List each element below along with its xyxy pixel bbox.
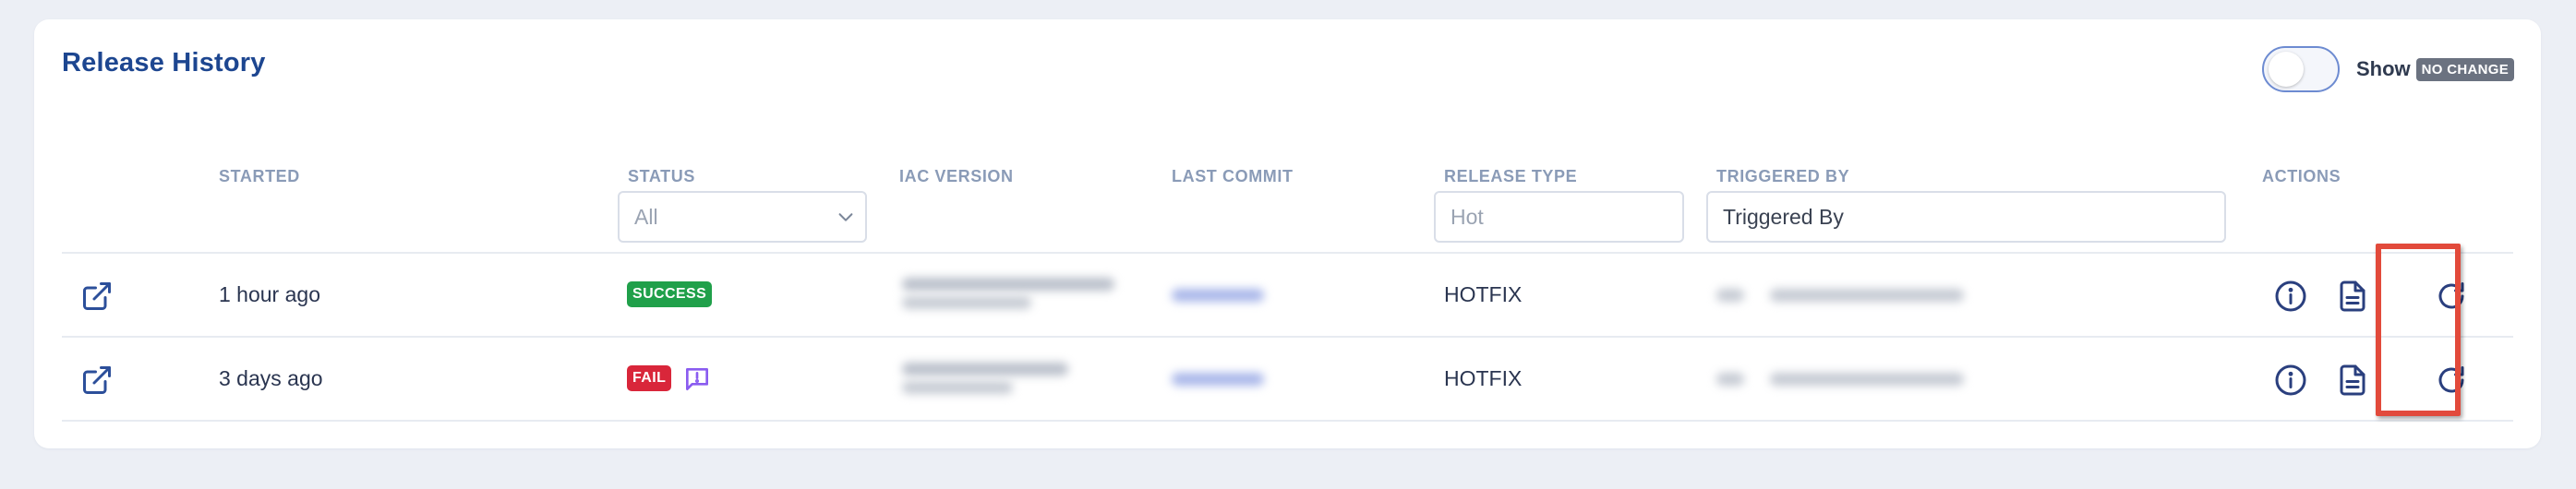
started-cell: 1 hour ago — [219, 282, 320, 306]
column-header-last-commit: LAST COMMIT — [1172, 167, 1294, 185]
triggered-by-avatar-redacted — [1716, 289, 1744, 302]
retry-actions-highlight — [2376, 244, 2461, 416]
toggle-knob — [2269, 52, 2304, 87]
release-type-cell: HOTFIX — [1444, 282, 1523, 306]
status-badge: FAIL — [627, 365, 672, 391]
status-filter-select[interactable]: All — [618, 191, 867, 243]
last-commit-redacted-link[interactable] — [1172, 373, 1264, 386]
row-divider — [62, 420, 2513, 422]
started-cell: 3 days ago — [219, 366, 323, 390]
document-icon[interactable] — [2336, 280, 2369, 313]
header-divider — [62, 252, 2513, 254]
row-divider — [62, 336, 2513, 338]
release-type-cell: HOTFIX — [1444, 366, 1523, 390]
show-no-change-toggle[interactable] — [2262, 46, 2340, 92]
iac-version-redacted-line — [902, 296, 1031, 309]
triggered-by-redacted — [1770, 289, 1964, 302]
iac-version-redacted-line — [902, 381, 1013, 394]
iac-version-redacted — [902, 363, 1068, 376]
triggered-by-redacted — [1770, 373, 1964, 386]
status-filter-value: All — [634, 204, 658, 229]
triggered-by-avatar-redacted — [1716, 373, 1744, 386]
column-header-triggered-by: TRIGGERED BY — [1716, 167, 1850, 185]
triggered-by-filter-input[interactable] — [1723, 204, 2209, 230]
column-header-started: STARTED — [219, 167, 300, 185]
release-type-filter[interactable] — [1434, 191, 1684, 243]
info-icon[interactable] — [2274, 364, 2307, 397]
column-header-release-type: RELEASE TYPE — [1444, 167, 1578, 185]
release-type-filter-input[interactable] — [1451, 204, 1667, 230]
no-change-badge: NO CHANGE — [2415, 57, 2515, 81]
document-icon[interactable] — [2336, 364, 2369, 397]
chevron-down-icon — [836, 207, 856, 227]
column-header-actions: ACTIONS — [2262, 167, 2341, 185]
iac-version-redacted — [902, 278, 1114, 291]
external-link-icon[interactable] — [80, 280, 114, 313]
info-icon[interactable] — [2274, 280, 2307, 313]
last-commit-redacted-link[interactable] — [1172, 289, 1264, 302]
column-header-iac-version: IAC VERSION — [899, 167, 1014, 185]
toggle-label: Show — [2356, 57, 2411, 80]
external-link-icon[interactable] — [80, 364, 114, 397]
column-header-status: STATUS — [628, 167, 695, 185]
triggered-by-filter[interactable] — [1706, 191, 2226, 243]
status-badge: SUCCESS — [627, 281, 713, 307]
release-history-card: Release History Show NO CHANGE STARTED S… — [34, 19, 2541, 448]
show-no-change-toggle-group: Show NO CHANGE — [2262, 46, 2515, 92]
comment-icon[interactable] — [682, 364, 712, 394]
page-title: Release History — [62, 48, 266, 78]
